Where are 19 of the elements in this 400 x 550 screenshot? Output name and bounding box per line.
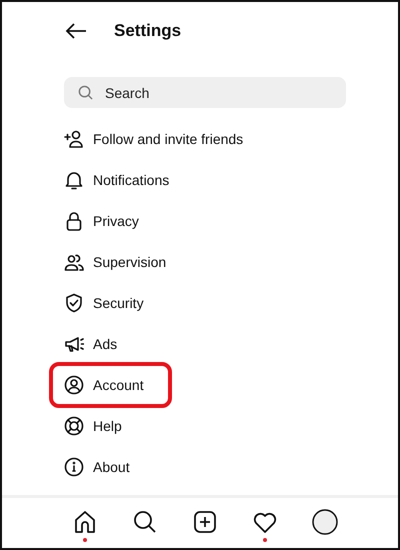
person-circle-icon [64,374,84,394]
search-icon [78,85,93,100]
info-icon [64,456,84,476]
search-field[interactable]: Search [64,77,346,108]
profile-avatar-icon [312,509,338,535]
lock-icon [64,210,84,230]
search-icon [132,509,158,535]
bell-icon [64,170,84,190]
add-person-icon [64,128,84,148]
back-icon[interactable] [65,23,87,39]
shield-check-icon [64,292,84,312]
plus-square-icon [192,509,218,535]
settings-item[interactable]: Account [49,362,172,408]
home-icon [72,509,98,535]
notification-dot [263,538,267,542]
notification-dot [83,538,87,542]
page-title: Settings [114,21,182,41]
people-icon [64,252,84,272]
lifebuoy-icon [64,416,84,436]
